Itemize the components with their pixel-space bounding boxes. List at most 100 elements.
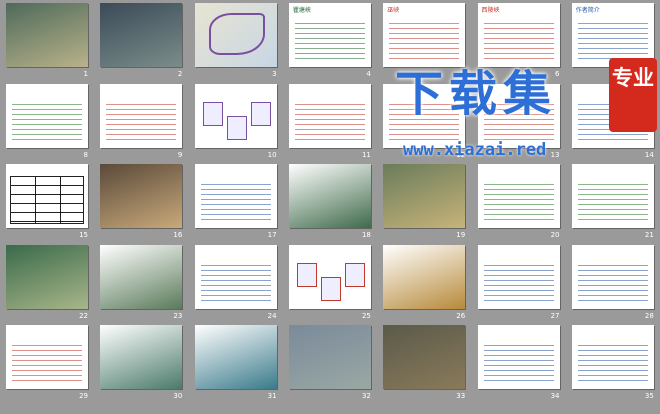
- slide-preview: 巫峡: [383, 3, 466, 67]
- slide-photo: [194, 325, 277, 389]
- slide-text-lines: [200, 180, 271, 222]
- slide-number: 24: [267, 311, 277, 320]
- slide-preview: [477, 244, 560, 309]
- slide-preview: 瞿塘峡: [288, 3, 371, 67]
- slide-thumbnail[interactable]: 32: [283, 323, 377, 403]
- slide-photo: [100, 325, 183, 389]
- slide-number: 29: [79, 392, 88, 400]
- slide-preview: [6, 83, 88, 148]
- slide-photo: [383, 325, 466, 389]
- slide-thumbnail[interactable]: 25: [283, 243, 377, 323]
- slide-text-lines: [389, 99, 460, 142]
- slide-number: 4: [366, 70, 371, 78]
- slide-thumbnail[interactable]: 西陵峡 6: [472, 1, 566, 81]
- slide-photo: [6, 3, 88, 67]
- slide-sorter-grid: 1 2 3 瞿塘峡 4 巫峡 5 西陵峡 6 作者简介 7 8 9 10 11 12 13 14 15 16 17 18 1…: [0, 0, 660, 414]
- slide-thumbnail[interactable]: 21: [566, 162, 660, 242]
- slide-thumbnail[interactable]: 23: [94, 243, 188, 323]
- slide-thumbnail[interactable]: 31: [189, 323, 283, 403]
- slide-number: 1: [83, 70, 88, 78]
- slide-title: 作者简介: [575, 7, 600, 14]
- slide-thumbnail[interactable]: 1: [0, 1, 94, 81]
- slide-thumbnail[interactable]: 11: [283, 82, 377, 162]
- slide-thumbnail[interactable]: 27: [472, 243, 566, 323]
- slide-thumbnail[interactable]: 35: [566, 323, 660, 403]
- slide-number: 23: [173, 311, 183, 320]
- slide-photo: [288, 325, 371, 389]
- slide-number: 5: [460, 70, 466, 78]
- slide-text-lines: [577, 19, 648, 61]
- slide-thumbnail[interactable]: 15: [0, 162, 94, 242]
- slide-thumbnail[interactable]: 28: [566, 243, 660, 323]
- slide-thumbnail[interactable]: 24: [189, 243, 283, 323]
- slide-number: 2: [177, 70, 183, 78]
- diagram-box: [202, 101, 223, 126]
- slide-thumbnail[interactable]: 12: [377, 82, 471, 162]
- slide-number: 14: [644, 150, 654, 159]
- slide-thumbnail[interactable]: 18: [283, 162, 377, 242]
- slide-number: 8: [83, 150, 88, 159]
- slide-thumbnail[interactable]: 20: [472, 162, 566, 242]
- slide-thumbnail[interactable]: 10: [189, 82, 283, 162]
- slide-number: 28: [644, 311, 654, 320]
- slide-photo: [383, 244, 466, 309]
- slide-number: 13: [550, 150, 560, 159]
- slide-preview: [383, 164, 466, 228]
- slide-preview: [194, 244, 277, 309]
- slide-text-lines: [483, 19, 554, 61]
- slide-preview: [383, 244, 466, 309]
- slide-thumbnail[interactable]: 3: [189, 1, 283, 81]
- diagram-box: [296, 262, 317, 287]
- slide-thumbnail[interactable]: 26: [377, 243, 471, 323]
- slide-preview: [288, 164, 371, 228]
- slide-preview: [571, 164, 654, 228]
- slide-thumbnail[interactable]: 9: [94, 82, 188, 162]
- slide-thumbnail[interactable]: 33: [377, 323, 471, 403]
- diagram-box: [344, 262, 365, 287]
- slide-thumbnail[interactable]: 瞿塘峡 4: [283, 1, 377, 81]
- slide-number: 25: [361, 311, 371, 320]
- slide-number: 16: [173, 231, 183, 239]
- slide-text-lines: [483, 99, 554, 142]
- slide-thumbnail[interactable]: 34: [472, 323, 566, 403]
- slide-photo: [100, 244, 183, 309]
- slide-number: 12: [456, 150, 466, 159]
- slide-text-lines: [12, 341, 82, 383]
- slide-thumbnail[interactable]: 29: [0, 323, 94, 403]
- slide-number: 10: [267, 150, 277, 159]
- slide-preview: [383, 83, 466, 148]
- slide-text-lines: [577, 341, 648, 383]
- slide-text-lines: [483, 341, 554, 383]
- slide-preview: [383, 325, 466, 389]
- slide-thumbnail[interactable]: 巫峡 5: [377, 1, 471, 81]
- slide-number: 33: [456, 392, 466, 400]
- slide-text-lines: [106, 99, 177, 142]
- slide-title: 西陵峡: [481, 7, 500, 14]
- slide-preview: [100, 325, 183, 389]
- slide-number: 31: [267, 392, 277, 400]
- slide-preview: 作者简介: [571, 3, 654, 67]
- slide-thumbnail[interactable]: 8: [0, 82, 94, 162]
- diagram-box: [250, 101, 271, 126]
- slide-thumbnail[interactable]: 作者简介 7: [566, 1, 660, 81]
- slide-thumbnail[interactable]: 19: [377, 162, 471, 242]
- slide-preview: [6, 244, 88, 309]
- slide-thumbnail[interactable]: 17: [189, 162, 283, 242]
- slide-thumbnail[interactable]: 30: [94, 323, 188, 403]
- slide-thumbnail[interactable]: 22: [0, 243, 94, 323]
- slide-text-lines: [577, 180, 648, 222]
- slide-title: 瞿塘峡: [292, 7, 311, 14]
- slide-thumbnail[interactable]: 14: [566, 82, 660, 162]
- slide-number: 6: [555, 70, 560, 78]
- slide-preview: [571, 83, 654, 148]
- slide-number: 18: [361, 231, 371, 239]
- slide-thumbnail[interactable]: 2: [94, 1, 188, 81]
- slide-thumbnail[interactable]: 13: [472, 82, 566, 162]
- slide-preview: [6, 164, 88, 228]
- diagram-box: [320, 276, 341, 301]
- slide-photo: [100, 3, 183, 67]
- slide-text-lines: [294, 99, 365, 142]
- slide-preview: [288, 325, 371, 389]
- slide-thumbnail[interactable]: 16: [94, 162, 188, 242]
- slide-number: 21: [644, 231, 654, 239]
